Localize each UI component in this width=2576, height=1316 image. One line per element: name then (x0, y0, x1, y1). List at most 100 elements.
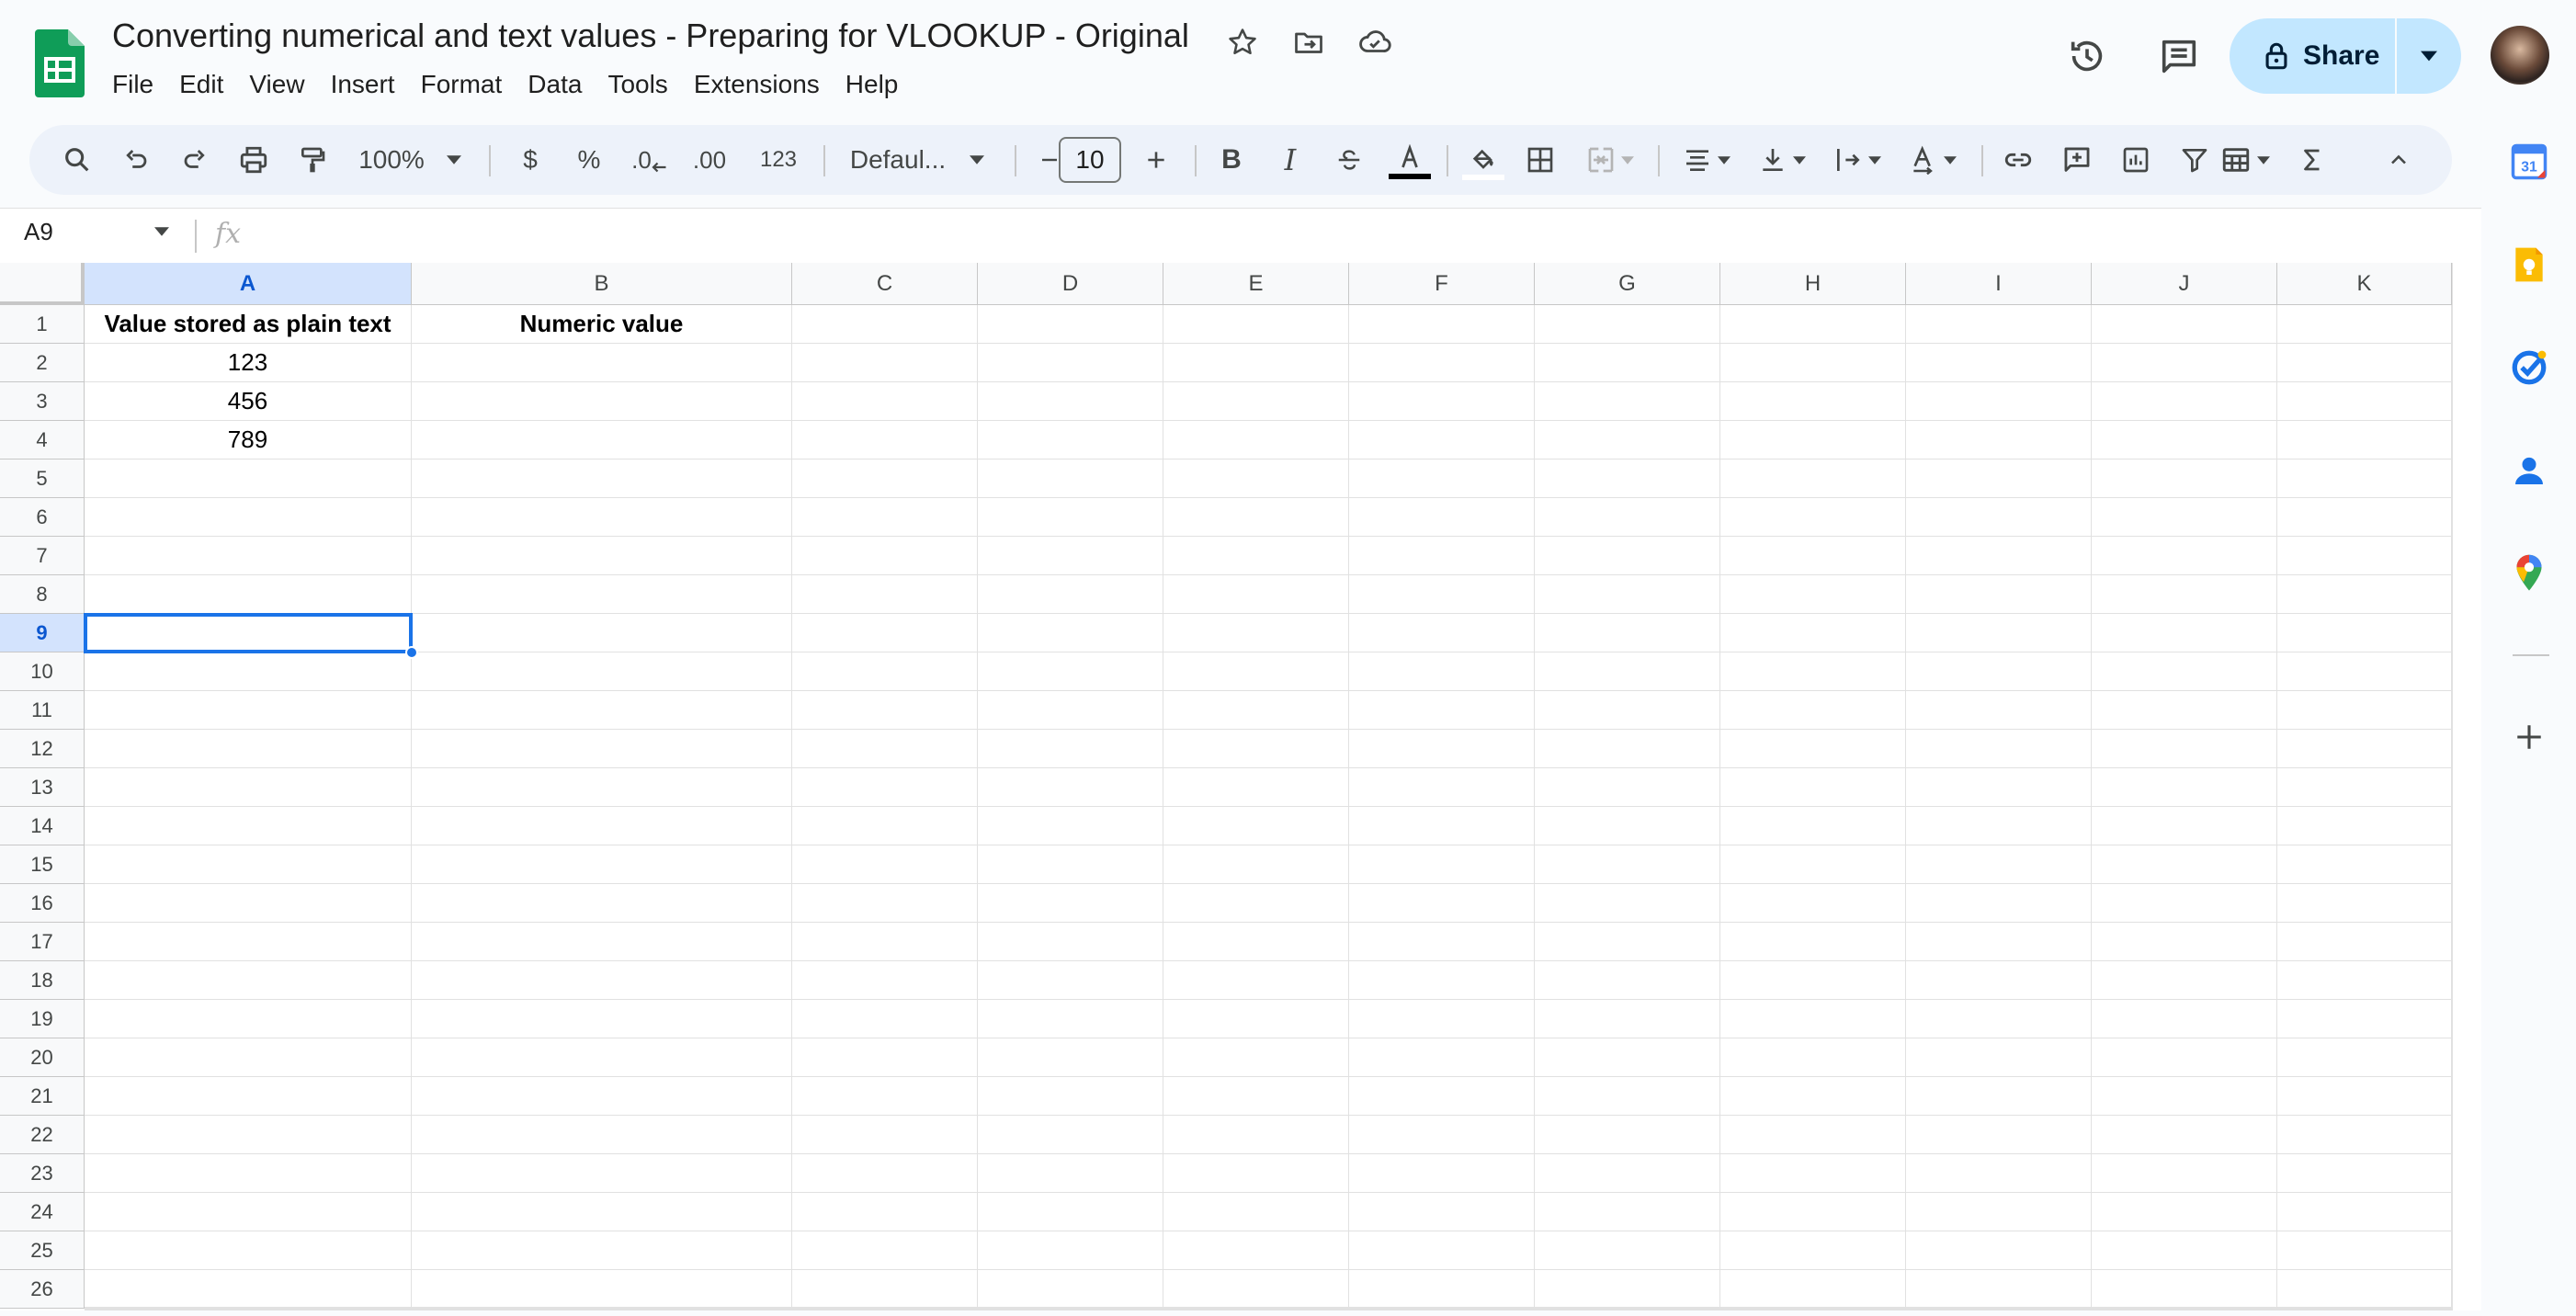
column-header-b[interactable]: B (412, 263, 792, 305)
cell-a22[interactable] (85, 1116, 412, 1154)
menu-data[interactable]: Data (515, 66, 595, 103)
cell-e21[interactable] (1163, 1077, 1349, 1116)
cell-a16[interactable] (85, 884, 412, 923)
cell-h25[interactable] (1720, 1231, 1906, 1270)
cell-e24[interactable] (1163, 1193, 1349, 1231)
vertical-scrollbar[interactable] (2452, 263, 2481, 1310)
cell-g12[interactable] (1535, 730, 1720, 768)
cell-c7[interactable] (792, 537, 978, 575)
text-rotation-icon[interactable] (1897, 125, 1969, 195)
cell-f11[interactable] (1349, 691, 1535, 730)
cell-c23[interactable] (792, 1154, 978, 1193)
cell-e1[interactable] (1163, 305, 1349, 344)
cell-b24[interactable] (412, 1193, 792, 1231)
cell-a18[interactable] (85, 961, 412, 1000)
more-formats-button[interactable]: 123 (746, 125, 811, 195)
cell-j10[interactable] (2092, 652, 2277, 691)
cell-d17[interactable] (978, 923, 1163, 961)
caret-down-icon[interactable] (154, 227, 169, 236)
borders-icon[interactable] (1518, 125, 1562, 195)
cell-d15[interactable] (978, 845, 1163, 884)
cell-a23[interactable] (85, 1154, 412, 1193)
cell-j2[interactable] (2092, 344, 2277, 382)
cell-j7[interactable] (2092, 537, 2277, 575)
cell-i16[interactable] (1906, 884, 2092, 923)
cell-c20[interactable] (792, 1038, 978, 1077)
font-size-input[interactable]: 10 (1059, 137, 1121, 183)
row-header-23[interactable]: 23 (0, 1154, 85, 1193)
decrease-decimal-button[interactable]: .0 (623, 125, 675, 195)
cell-j4[interactable] (2092, 421, 2277, 459)
cell-b25[interactable] (412, 1231, 792, 1270)
cell-f19[interactable] (1349, 1000, 1535, 1038)
cell-a15[interactable] (85, 845, 412, 884)
cell-a8[interactable] (85, 575, 412, 614)
cell-j20[interactable] (2092, 1038, 2277, 1077)
cell-k19[interactable] (2277, 1000, 2452, 1038)
cell-d23[interactable] (978, 1154, 1163, 1193)
cell-e5[interactable] (1163, 459, 1349, 498)
cell-i11[interactable] (1906, 691, 2092, 730)
vertical-align-icon[interactable] (1746, 125, 1818, 195)
cell-g5[interactable] (1535, 459, 1720, 498)
horizontal-align-icon[interactable] (1671, 125, 1742, 195)
cell-b15[interactable] (412, 845, 792, 884)
formula-input[interactable] (267, 216, 2454, 256)
cell-k16[interactable] (2277, 884, 2452, 923)
cell-f17[interactable] (1349, 923, 1535, 961)
insert-comment-icon[interactable] (2055, 125, 2099, 195)
cell-h15[interactable] (1720, 845, 1906, 884)
cell-f2[interactable] (1349, 344, 1535, 382)
column-header-a[interactable]: A (85, 263, 412, 305)
cell-c1[interactable] (792, 305, 978, 344)
cell-k17[interactable] (2277, 923, 2452, 961)
column-header-e[interactable]: E (1163, 263, 1349, 305)
cell-j11[interactable] (2092, 691, 2277, 730)
cell-d14[interactable] (978, 807, 1163, 845)
strikethrough-icon[interactable] (1327, 125, 1371, 195)
cell-g17[interactable] (1535, 923, 1720, 961)
cell-d1[interactable] (978, 305, 1163, 344)
cell-k21[interactable] (2277, 1077, 2452, 1116)
cell-e7[interactable] (1163, 537, 1349, 575)
cell-i5[interactable] (1906, 459, 2092, 498)
cell-h4[interactable] (1720, 421, 1906, 459)
cell-e3[interactable] (1163, 382, 1349, 421)
increase-font-size-icon[interactable] (1134, 125, 1178, 195)
cell-k20[interactable] (2277, 1038, 2452, 1077)
cell-i13[interactable] (1906, 768, 2092, 807)
cell-a6[interactable] (85, 498, 412, 537)
cell-j21[interactable] (2092, 1077, 2277, 1116)
cell-e23[interactable] (1163, 1154, 1349, 1193)
cell-h16[interactable] (1720, 884, 1906, 923)
cell-i3[interactable] (1906, 382, 2092, 421)
cell-i12[interactable] (1906, 730, 2092, 768)
column-header-k[interactable]: K (2277, 263, 2452, 305)
cell-c26[interactable] (792, 1270, 978, 1309)
cell-d16[interactable] (978, 884, 1163, 923)
cell-h8[interactable] (1720, 575, 1906, 614)
column-header-g[interactable]: G (1535, 263, 1720, 305)
cell-i14[interactable] (1906, 807, 2092, 845)
cell-h26[interactable] (1720, 1270, 1906, 1309)
cell-k10[interactable] (2277, 652, 2452, 691)
cell-j19[interactable] (2092, 1000, 2277, 1038)
cell-c12[interactable] (792, 730, 978, 768)
cell-h1[interactable] (1720, 305, 1906, 344)
cell-i18[interactable] (1906, 961, 2092, 1000)
cell-h19[interactable] (1720, 1000, 1906, 1038)
cell-k26[interactable] (2277, 1270, 2452, 1309)
functions-icon[interactable] (2290, 125, 2334, 195)
cell-k4[interactable] (2277, 421, 2452, 459)
cell-f20[interactable] (1349, 1038, 1535, 1077)
cell-b16[interactable] (412, 884, 792, 923)
column-header-d[interactable]: D (978, 263, 1163, 305)
cell-b21[interactable] (412, 1077, 792, 1116)
cell-h13[interactable] (1720, 768, 1906, 807)
share-main[interactable]: Share (2230, 18, 2397, 94)
cell-e16[interactable] (1163, 884, 1349, 923)
paint-format-icon[interactable] (290, 125, 335, 195)
cell-d2[interactable] (978, 344, 1163, 382)
cell-a14[interactable] (85, 807, 412, 845)
cell-j26[interactable] (2092, 1270, 2277, 1309)
